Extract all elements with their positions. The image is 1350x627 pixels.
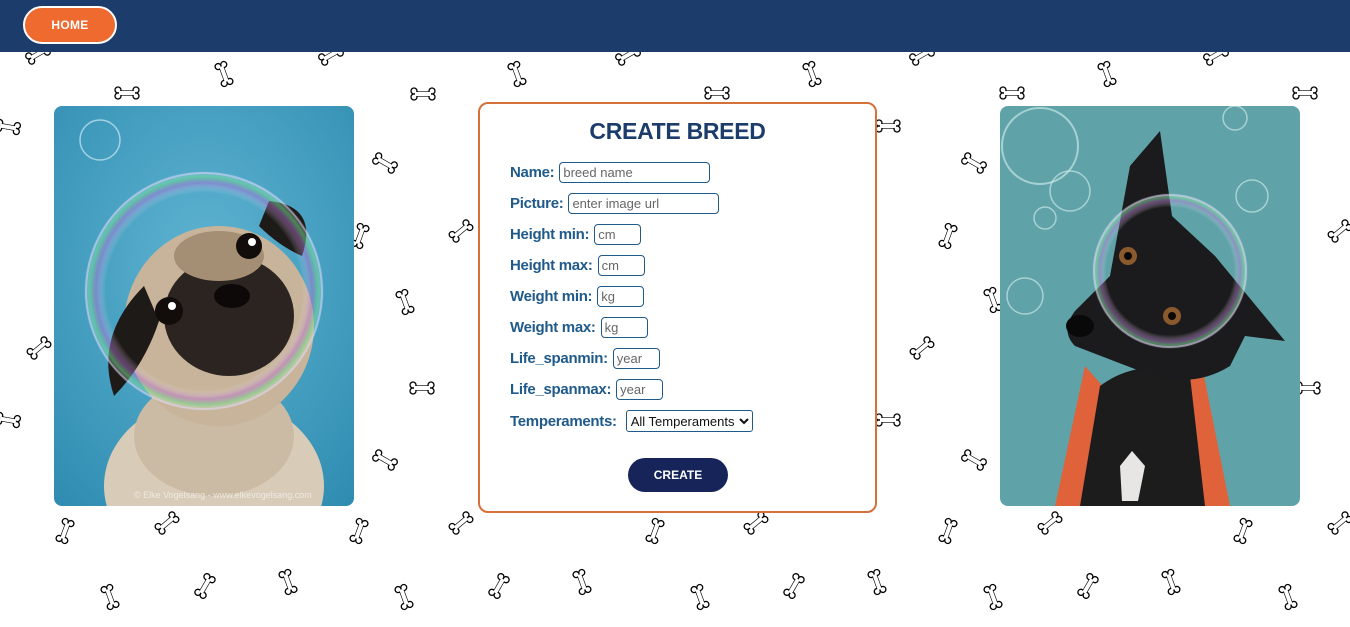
height-min-row: Height min: xyxy=(510,224,642,245)
picture-url-input[interactable] xyxy=(568,193,720,214)
black-dog-photo xyxy=(1000,106,1300,506)
bone-icon xyxy=(409,381,435,395)
bone-icon xyxy=(447,218,475,244)
name-label: Name: xyxy=(510,164,555,181)
bone-icon xyxy=(54,517,76,545)
bone-icon xyxy=(959,448,989,472)
height-max-label: Height max: xyxy=(510,257,593,274)
height-min-label: Height min: xyxy=(510,226,590,243)
bone-icon xyxy=(875,413,901,427)
height-min-input[interactable] xyxy=(594,224,642,245)
bone-icon xyxy=(1326,218,1350,244)
bone-icon xyxy=(782,571,806,601)
bone-icon xyxy=(394,288,416,316)
create-breed-form: CREATE BREED Name: Picture: Height min: … xyxy=(478,102,877,513)
temperaments-label: Temperaments: xyxy=(510,412,617,430)
create-button[interactable]: CREATE xyxy=(628,458,728,492)
picture-row: Picture: xyxy=(510,193,720,214)
life-span-min-row: Life_spanmin: xyxy=(510,348,660,369)
bone-icon xyxy=(99,583,121,611)
bone-icon xyxy=(959,151,989,175)
bone-icon xyxy=(348,517,370,545)
bone-icon xyxy=(370,448,400,472)
bone-icon xyxy=(866,568,888,596)
life-span-max-label: Life_spanmax: xyxy=(510,381,612,398)
name-row: Name: xyxy=(510,162,711,183)
bone-icon xyxy=(937,222,959,250)
bone-icon xyxy=(742,510,770,536)
bone-icon xyxy=(370,151,400,175)
bone-icon xyxy=(410,87,436,101)
life-span-max-input[interactable] xyxy=(616,379,664,400)
picture-label: Picture: xyxy=(510,195,564,212)
photo-watermark: © Elke Vogelsang - www.elkevogelsang.com xyxy=(134,490,312,500)
bone-icon xyxy=(1277,583,1299,611)
temperaments-select[interactable]: All Temperaments xyxy=(625,410,753,432)
bone-icon xyxy=(689,583,711,611)
bone-icon xyxy=(487,571,511,601)
bone-icon xyxy=(1292,86,1318,100)
form-title: CREATE BREED xyxy=(589,118,766,144)
bone-icon xyxy=(801,60,823,88)
bone-icon xyxy=(153,510,181,536)
bone-icon xyxy=(1096,60,1118,88)
bone-icon xyxy=(875,119,901,133)
home-button[interactable]: HOME xyxy=(23,6,117,44)
bone-icon xyxy=(908,335,936,361)
bone-icon xyxy=(644,517,666,545)
weight-max-input[interactable] xyxy=(600,317,648,338)
bone-icon xyxy=(25,335,53,361)
bone-icon xyxy=(1160,568,1182,596)
bone-icon xyxy=(1036,510,1064,536)
height-max-input[interactable] xyxy=(597,255,645,276)
weight-min-label: Weight min: xyxy=(510,288,593,305)
breed-name-input[interactable] xyxy=(559,162,711,183)
bone-icon xyxy=(704,86,730,100)
top-navigation-bar: HOME xyxy=(0,0,1350,52)
bone-icon xyxy=(447,510,475,536)
weight-min-row: Weight min: xyxy=(510,286,645,307)
life-span-min-label: Life_spanmin: xyxy=(510,350,608,367)
bone-icon xyxy=(937,517,959,545)
life-span-max-row: Life_spanmax: xyxy=(510,379,664,400)
weight-max-row: Weight max: xyxy=(510,317,648,338)
bone-icon xyxy=(506,60,528,88)
bone-icon xyxy=(1326,510,1350,536)
height-max-row: Height max: xyxy=(510,255,645,276)
bone-icon xyxy=(1076,571,1100,601)
bone-icon xyxy=(571,568,593,596)
temperaments-row: Temperaments: All Temperaments xyxy=(510,410,753,432)
weight-min-input[interactable] xyxy=(597,286,645,307)
bone-icon xyxy=(277,568,299,596)
bone-icon xyxy=(393,583,415,611)
bone-icon xyxy=(213,60,235,88)
weight-max-label: Weight max: xyxy=(510,319,596,336)
life-span-min-input[interactable] xyxy=(612,348,660,369)
bone-icon xyxy=(0,411,22,429)
bone-icon xyxy=(193,571,217,601)
bone-icon xyxy=(999,86,1025,100)
bone-icon xyxy=(982,583,1004,611)
pug-photo: © Elke Vogelsang - www.elkevogelsang.com xyxy=(54,106,354,506)
bone-icon xyxy=(114,86,140,100)
bone-icon xyxy=(1232,517,1254,545)
bone-icon xyxy=(0,118,22,136)
